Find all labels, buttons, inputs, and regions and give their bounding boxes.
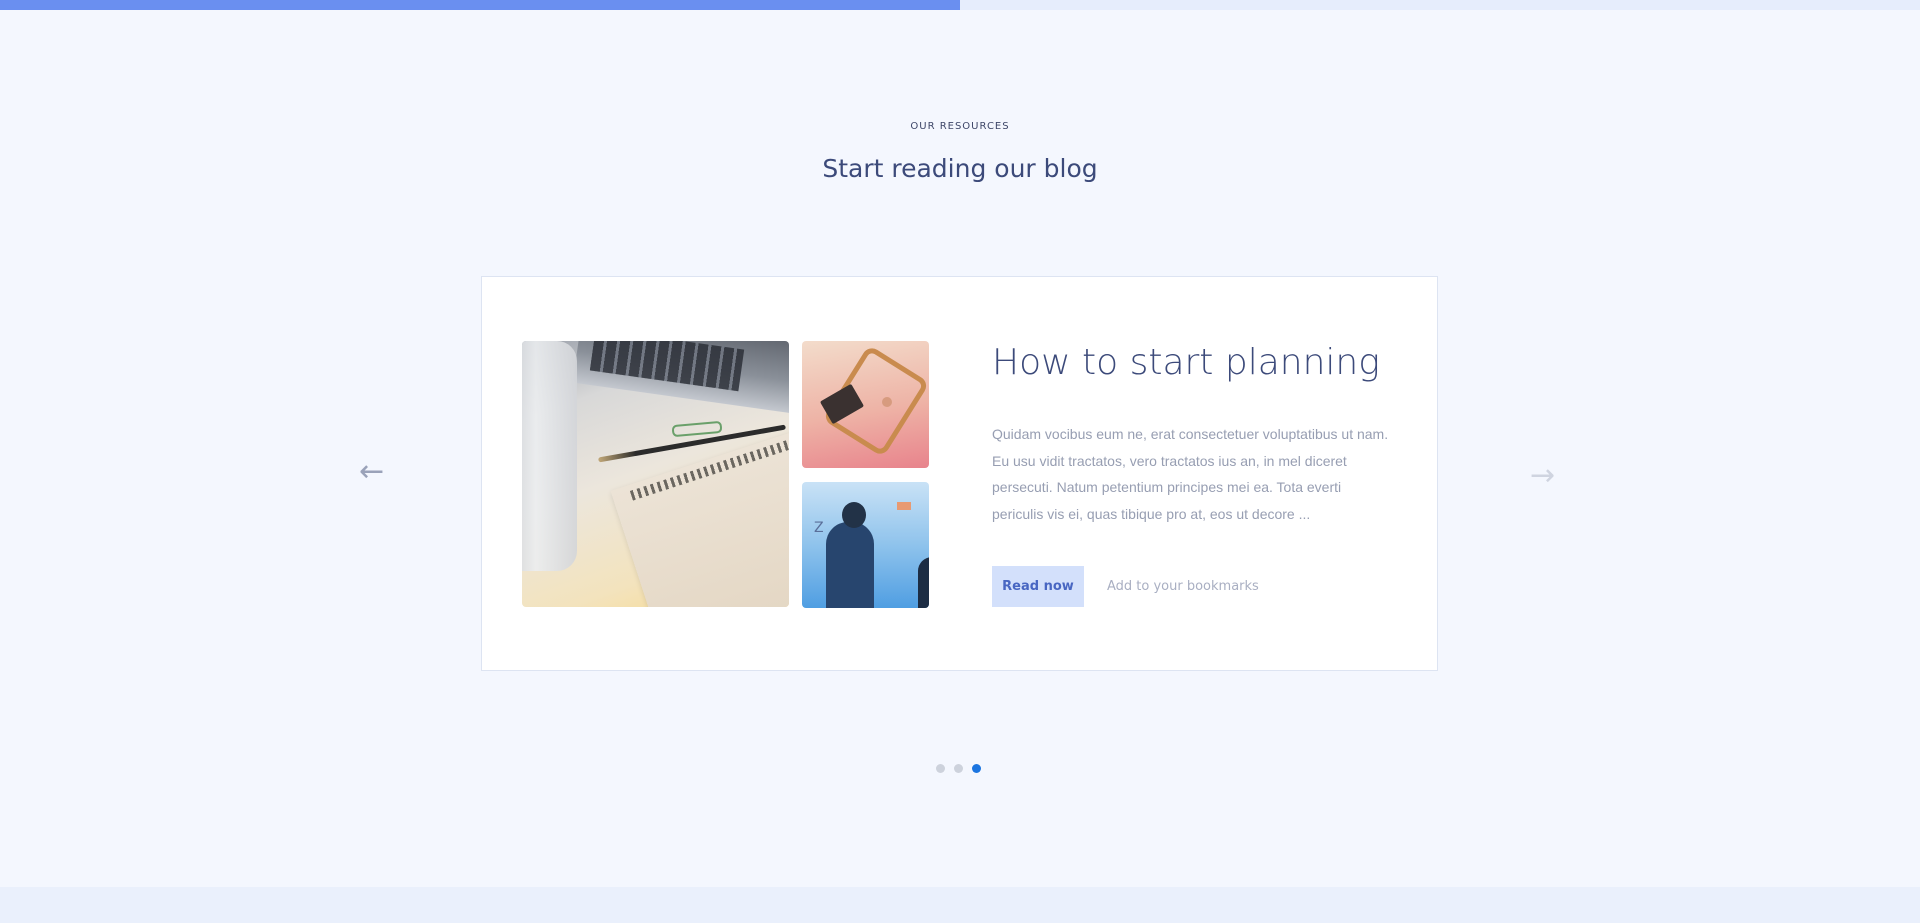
carousel-dot-2[interactable] <box>954 764 963 773</box>
section-eyebrow: OUR RESOURCES <box>910 121 1010 132</box>
carousel-prev-arrow-icon[interactable]: ← <box>359 457 384 487</box>
page-progress-fill <box>0 0 960 10</box>
carousel-dot-3[interactable] <box>972 764 981 773</box>
post-title[interactable]: How to start planning <box>992 342 1380 383</box>
carousel-next-arrow-icon[interactable]: → <box>1530 461 1555 491</box>
blog-post-card: Z How to start planning Quidam vocibus e… <box>481 276 1438 671</box>
read-now-button[interactable]: Read now <box>992 566 1084 607</box>
footer-band <box>0 887 1920 923</box>
page-progress-bar <box>0 0 1920 10</box>
add-bookmark-link[interactable]: Add to your bookmarks <box>1107 579 1259 594</box>
post-excerpt: Quidam vocibus eum ne, erat consectetuer… <box>992 426 1389 522</box>
laptop-on-tray-image <box>802 341 929 468</box>
laptop-notebook-image <box>522 341 789 607</box>
section-title: Start reading our blog <box>822 154 1098 183</box>
carousel-dot-1[interactable] <box>936 764 945 773</box>
whiteboard-meeting-image: Z <box>802 482 929 608</box>
